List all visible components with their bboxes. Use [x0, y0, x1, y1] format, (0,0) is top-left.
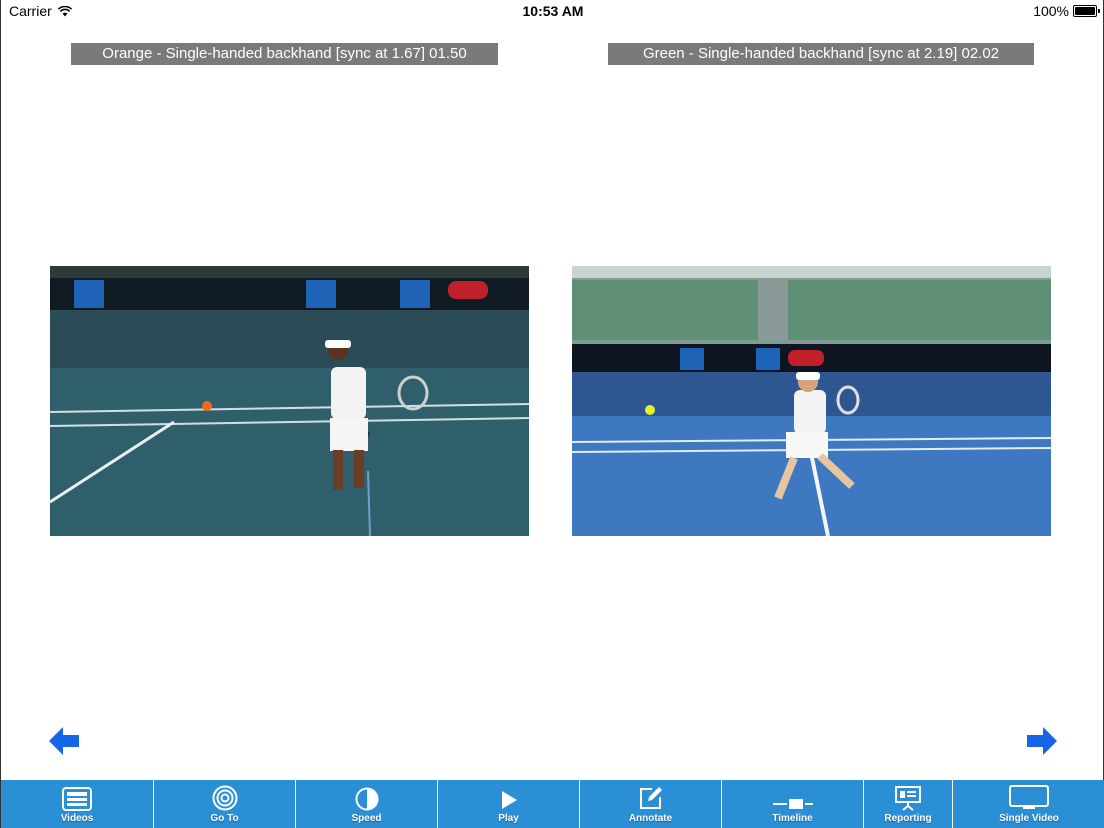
right-video-frame: [572, 266, 1051, 536]
edit-icon: [639, 787, 662, 809]
toolbar-reporting-button[interactable]: Reporting: [864, 780, 953, 828]
bottom-toolbar: Videos Go To Speed Play Annotate Timelin…: [1, 780, 1104, 828]
toolbar-annotate-button[interactable]: Annotate: [580, 780, 722, 828]
left-video-title: Orange - Single-handed backhand [sync at…: [71, 43, 498, 65]
left-video-frame: [50, 266, 529, 536]
toolbar-annotate-label: Annotate: [628, 813, 673, 824]
toolbar-timeline-button[interactable]: Timeline: [722, 780, 864, 828]
battery-indicator: 100%: [1033, 3, 1100, 19]
toolbar-reporting-label: Reporting: [884, 813, 932, 824]
battery-icon: [1073, 5, 1100, 17]
toolbar-play-button[interactable]: Play: [438, 780, 580, 828]
left-video-player[interactable]: [50, 266, 529, 536]
toolbar-speed-button[interactable]: Speed: [296, 780, 438, 828]
timeline-icon: [772, 799, 813, 809]
videos-icon: [62, 787, 92, 811]
toolbar-single-video-label: Single Video: [999, 813, 1059, 824]
status-bar: Carrier 10:53 AM 100%: [1, 0, 1104, 22]
presentation-icon: [895, 786, 921, 811]
clock: 10:53 AM: [522, 3, 584, 19]
battery-percent: 100%: [1033, 3, 1069, 19]
toolbar-goto-button[interactable]: Go To: [154, 780, 296, 828]
target-icon: [212, 785, 237, 811]
toolbar-single-video-button[interactable]: Single Video: [953, 780, 1104, 828]
toolbar-videos-button[interactable]: Videos: [1, 780, 154, 828]
contrast-icon: [355, 787, 378, 811]
previous-button[interactable]: [47, 724, 81, 758]
monitor-icon: [1009, 785, 1049, 809]
toolbar-play-label: Play: [498, 813, 519, 824]
toolbar-videos-label: Videos: [60, 813, 94, 824]
right-video-player[interactable]: [572, 266, 1051, 536]
next-button[interactable]: [1025, 724, 1059, 758]
arrow-left-icon: [49, 727, 79, 755]
toolbar-goto-label: Go To: [210, 813, 239, 824]
toolbar-timeline-label: Timeline: [772, 813, 813, 824]
arrow-right-icon: [1027, 727, 1057, 755]
play-icon: [501, 791, 517, 809]
toolbar-speed-label: Speed: [351, 813, 382, 824]
right-video-title: Green - Single-handed backhand [sync at …: [608, 43, 1034, 65]
